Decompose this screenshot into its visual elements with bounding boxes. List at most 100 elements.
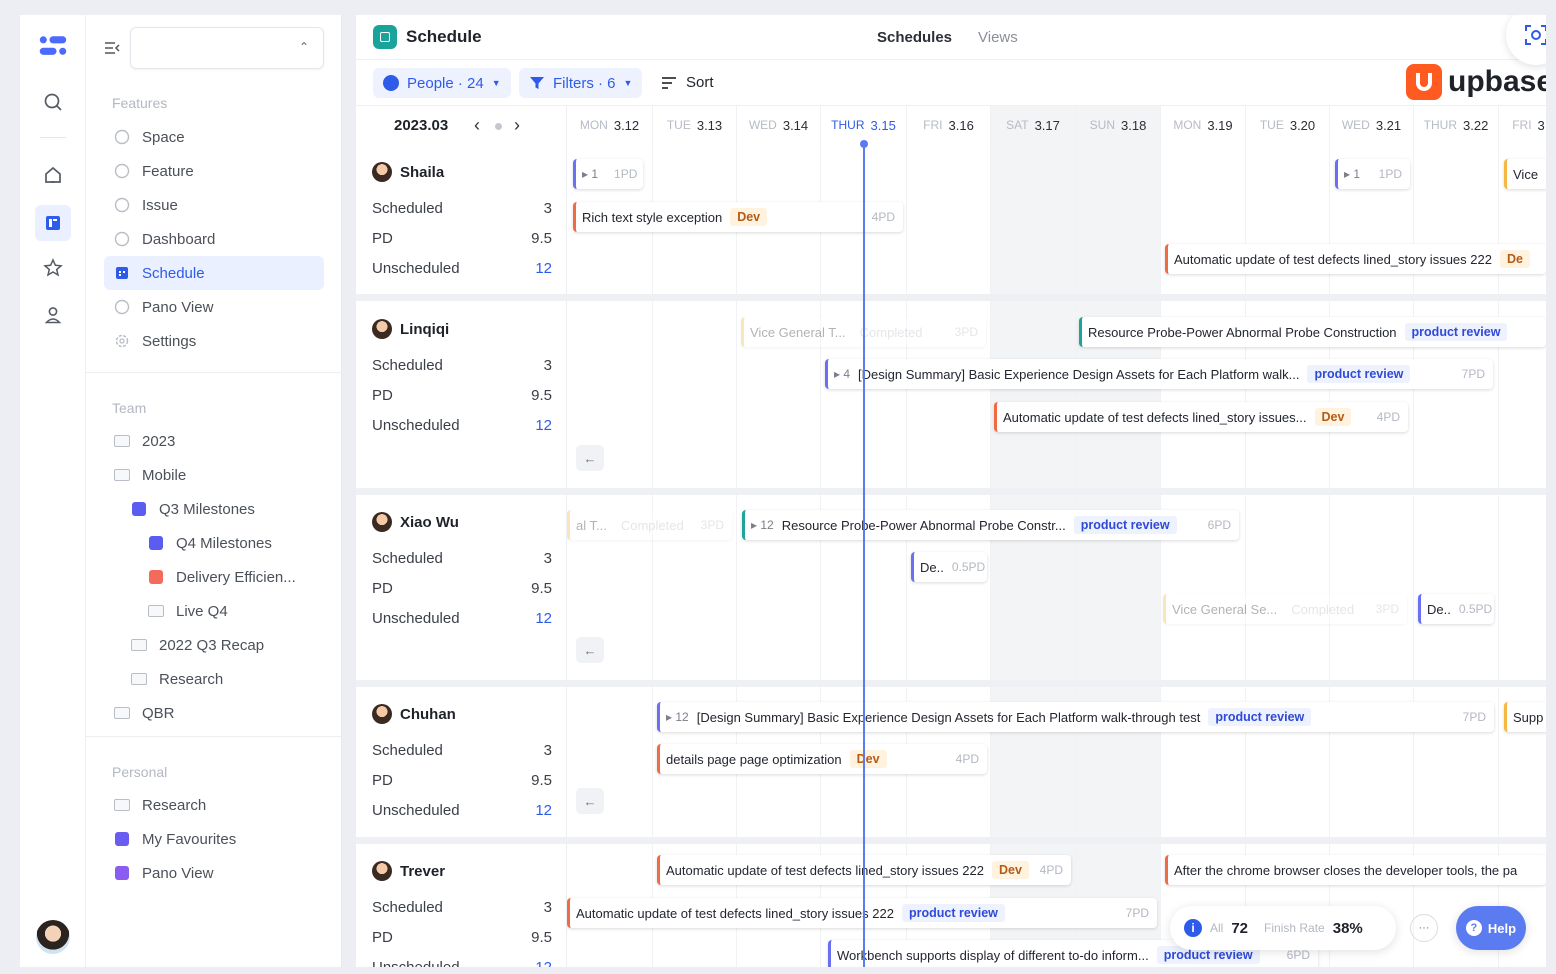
task-bar[interactable]: al T... Completed 3PD	[567, 510, 732, 540]
filters-button[interactable]: Filters · 6 ▼	[519, 68, 643, 98]
personal-section-label: Personal	[112, 764, 168, 780]
brand-name: upbase	[1448, 65, 1546, 98]
folder-icon	[114, 433, 130, 449]
task-status: Completed	[620, 517, 684, 533]
person-name[interactable]: Chuhan	[372, 704, 456, 724]
task-bar[interactable]: Automatic update of test defects lined_s…	[1165, 244, 1546, 274]
task-bar[interactable]: ▸ 12 [Design Summary] Basic Experience De…	[657, 702, 1494, 732]
collapse-sidebar-icon[interactable]	[104, 40, 120, 61]
people-filter-button[interactable]: People · 24 ▼	[373, 68, 511, 98]
sidebar-item[interactable]: Q3 Milestones	[121, 492, 324, 526]
sidebar-item[interactable]: Research	[121, 662, 324, 696]
user-avatar[interactable]	[36, 920, 70, 954]
task-bar[interactable]: Supp	[1504, 702, 1546, 732]
sidebar-item-label: Mobile	[142, 466, 187, 484]
stat-row-unscheduled: Unscheduled12	[372, 260, 552, 277]
app-logo-icon[interactable]	[38, 31, 68, 61]
task-bar[interactable]: Vice General Se... Completed 3PD	[1163, 594, 1407, 624]
day-header[interactable]: MON 3.19	[1161, 106, 1246, 144]
person-name[interactable]: Linqiqi	[372, 319, 449, 339]
sidebar-item[interactable]: Mobile	[104, 458, 324, 492]
sidebar-item[interactable]: 2022 Q3 Recap	[121, 628, 324, 662]
task-bar[interactable]: details page page optimization Dev 4PD	[657, 744, 987, 774]
task-bar[interactable]: Automatic update of test defects lined_s…	[567, 898, 1157, 928]
help-button[interactable]: ? Help	[1456, 906, 1526, 950]
task-bar[interactable]: Rich text style exception Dev 4PD	[573, 202, 903, 232]
subtask-count: ▸ 4	[834, 367, 851, 381]
day-header[interactable]: MON 3.12	[567, 106, 653, 144]
scroll-left-button[interactable]: ←	[576, 637, 604, 663]
sidebar-item[interactable]: Schedule	[104, 256, 324, 290]
search-icon[interactable]	[38, 87, 68, 117]
task-title: details page page optimization	[666, 751, 842, 767]
sidebar-item-label: Feature	[142, 162, 194, 180]
task-bar[interactable]: ▸ 1 1PD	[573, 159, 643, 189]
sidebar-item[interactable]: Research	[104, 788, 324, 822]
prev-week-button[interactable]: ‹	[474, 115, 480, 136]
sidebar-item[interactable]: Delivery Efficien...	[138, 560, 324, 594]
schedule-app-icon[interactable]	[35, 205, 71, 241]
person-name[interactable]: Xiao Wu	[372, 512, 459, 532]
next-week-button[interactable]: ›	[514, 115, 520, 136]
sidebar-item[interactable]: 2023	[104, 424, 324, 458]
screen-capture-icon[interactable]	[1506, 15, 1546, 65]
sidebar-item[interactable]: Pano View	[104, 290, 324, 324]
app-window: ⌃ Features Space Feature Issue Dashboard Sch…	[0, 0, 1556, 974]
sidebar-item[interactable]: Dashboard	[104, 222, 324, 256]
sidebar-item[interactable]: Space	[104, 120, 324, 154]
task-bar[interactable]: After the chrome browser closes the deve…	[1165, 855, 1546, 885]
task-bar[interactable]: Automatic update of test defects lined_s…	[994, 402, 1408, 432]
color-square-icon	[114, 865, 130, 881]
user-icon[interactable]	[38, 300, 68, 330]
task-title: Resource Probe-Power Abnormal Probe Cons…	[1088, 324, 1397, 340]
day-header[interactable]: WED 3.21	[1330, 106, 1414, 144]
stat-row-unscheduled: Unscheduled12	[372, 417, 552, 434]
day-header[interactable]: THUR 3.15	[821, 106, 907, 144]
avatar	[372, 861, 392, 881]
task-status: Completed	[859, 324, 923, 340]
stats-widget[interactable]: i All 72 Finish Rate 38% ···	[1170, 906, 1438, 950]
day-header[interactable]: TUE 3.20	[1246, 106, 1330, 144]
day-header[interactable]: FRI 3	[1499, 106, 1546, 144]
day-header[interactable]: WED 3.14	[737, 106, 821, 144]
sort-button[interactable]: Sort	[661, 74, 714, 91]
day-name: SUN	[1089, 118, 1116, 132]
sidebar-item[interactable]: Pano View	[104, 856, 324, 890]
star-icon[interactable]	[38, 253, 68, 283]
day-header[interactable]: FRI 3.16	[907, 106, 991, 144]
scroll-left-button[interactable]: ←	[576, 788, 604, 814]
person-name[interactable]: Shaila	[372, 162, 444, 182]
today-dot-button[interactable]	[495, 123, 502, 130]
more-icon[interactable]: ···	[1410, 914, 1438, 942]
home-icon[interactable]	[38, 160, 68, 190]
sidebar-item[interactable]: Issue	[104, 188, 324, 222]
day-header[interactable]: SAT 3.17	[991, 106, 1076, 144]
sidebar-item[interactable]: Q4 Milestones	[138, 526, 324, 560]
sidebar-item[interactable]: Live Q4	[138, 594, 324, 628]
workspace-select[interactable]: ⌃	[130, 27, 324, 69]
task-effort: 4PD	[1039, 863, 1063, 877]
task-bar[interactable]: Vice	[1504, 159, 1546, 189]
day-header[interactable]: SUN 3.18	[1076, 106, 1161, 144]
sidebar-item[interactable]: Feature	[104, 154, 324, 188]
task-bar[interactable]: ▸ 4 [Design Summary] Basic Experience Des…	[825, 359, 1493, 389]
task-bar[interactable]: De.. 0.5PD	[911, 552, 987, 582]
task-bar[interactable]: De.. 0.5PD	[1418, 594, 1494, 624]
task-bar[interactable]: ▸ 1 1PD	[1335, 159, 1410, 189]
sidebar-item[interactable]: My Favourites	[104, 822, 324, 856]
task-tag: Dev	[1314, 408, 1352, 426]
task-bar[interactable]: Resource Probe-Power Abnormal Probe Cons…	[1079, 317, 1546, 347]
day-header[interactable]: THUR 3.22	[1414, 106, 1499, 144]
day-header[interactable]: TUE 3.13	[653, 106, 737, 144]
help-icon: ?	[1465, 920, 1482, 936]
sidebar-item[interactable]: QBR	[104, 696, 324, 730]
sidebar-item[interactable]: Settings	[104, 324, 324, 358]
tab-schedules[interactable]: Schedules	[877, 29, 952, 46]
day-name: FRI	[923, 118, 943, 132]
task-bar[interactable]: ▸ 12 Resource Probe-Power Abnormal Probe …	[742, 510, 1239, 540]
row-separator	[356, 294, 1546, 301]
task-title: al T...	[576, 517, 607, 533]
tab-views[interactable]: Views	[978, 29, 1018, 46]
person-name[interactable]: Trever	[372, 861, 445, 881]
scroll-left-button[interactable]: ←	[576, 445, 604, 471]
